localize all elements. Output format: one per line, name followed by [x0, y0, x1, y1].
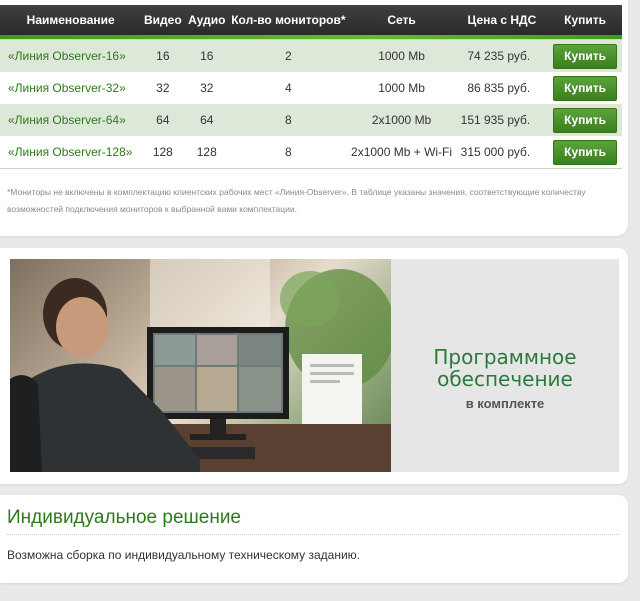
- buy-button[interactable]: Купить: [553, 75, 618, 101]
- buy-button[interactable]: Купить: [553, 139, 618, 165]
- buy-button[interactable]: Купить: [553, 43, 618, 69]
- price: 151 935 руб.: [455, 104, 549, 136]
- price-table: Наименование Видео Аудио Кол-во мониторо…: [0, 5, 622, 169]
- header-name: Наименование: [0, 5, 142, 35]
- individual-solution-heading: Индивидуальное решение: [7, 507, 242, 528]
- video-count: 32: [141, 72, 185, 104]
- banner-title-line2: обеспечение: [437, 367, 573, 391]
- video-count: 128: [141, 136, 185, 169]
- buy-button[interactable]: Купить: [553, 107, 618, 133]
- price: 86 835 руб.: [455, 72, 549, 104]
- software-banner: Программное обеспечение в комплекте: [0, 248, 628, 484]
- monitor-count: 8: [229, 136, 348, 169]
- video-count: 16: [141, 39, 185, 72]
- monitor-count: 4: [229, 72, 348, 104]
- product-name: «Линия Observer-128»: [0, 136, 142, 169]
- video-count: 64: [141, 104, 185, 136]
- audio-count: 32: [184, 72, 230, 104]
- table-row: «Линия Observer-64» 64 64 8 2x1000 Mb 15…: [0, 104, 622, 136]
- price: 315 000 руб.: [455, 136, 549, 169]
- network: 2x1000 Mb: [347, 104, 456, 136]
- monitor-count: 2: [229, 39, 348, 72]
- product-name: «Линия Observer-16»: [0, 39, 142, 72]
- table-footnote: *Мониторы не включены в комплектацию кли…: [7, 187, 586, 214]
- buy-cell: Купить: [548, 104, 622, 136]
- table-header-row: Наименование Видео Аудио Кол-во мониторо…: [0, 5, 622, 35]
- header-price: Цена с НДС: [455, 5, 549, 35]
- network: 1000 Mb: [347, 72, 456, 104]
- network: 1000 Mb: [347, 39, 456, 72]
- table-row: «Линия Observer-128» 128 128 8 2x1000 Mb…: [0, 136, 622, 169]
- audio-count: 128: [184, 136, 230, 169]
- table-row: «Линия Observer-16» 16 16 2 1000 Mb 74 2…: [0, 39, 622, 72]
- individual-solution-text: Возможна сборка по индивидуальному техни…: [7, 548, 360, 562]
- workstation-illustration: [10, 259, 391, 472]
- buy-cell: Купить: [548, 72, 622, 104]
- individual-solution-panel: Индивидуальное решение Возможна сборка п…: [0, 495, 628, 583]
- monitor-count: 8: [229, 104, 348, 136]
- header-monitors: Кол-во мониторов*: [229, 5, 348, 35]
- price-table-panel: Наименование Видео Аудио Кол-во мониторо…: [0, 0, 628, 236]
- header-audio: Аудио: [184, 5, 230, 35]
- buy-cell: Купить: [548, 136, 622, 169]
- network: 2x1000 Mb + Wi-Fi: [347, 136, 456, 169]
- product-name: «Линия Observer-32»: [0, 72, 142, 104]
- buy-cell: Купить: [548, 39, 622, 72]
- product-name: «Линия Observer-64»: [0, 104, 142, 136]
- header-buy: Купить: [548, 5, 622, 35]
- banner-subtitle: в комплекте: [465, 396, 545, 411]
- operator-workstation-photo: [10, 259, 391, 472]
- header-video: Видео: [141, 5, 185, 35]
- divider: [7, 534, 619, 535]
- table-row: «Линия Observer-32» 32 32 4 1000 Mb 86 8…: [0, 72, 622, 104]
- banner-title: Программное обеспечение: [391, 346, 619, 390]
- banner-title-line1: Программное: [433, 345, 577, 369]
- audio-count: 16: [184, 39, 230, 72]
- banner-caption: Программное обеспечение в комплекте: [391, 259, 619, 472]
- price: 74 235 руб.: [455, 39, 549, 72]
- audio-count: 64: [184, 104, 230, 136]
- header-network: Сеть: [347, 5, 456, 35]
